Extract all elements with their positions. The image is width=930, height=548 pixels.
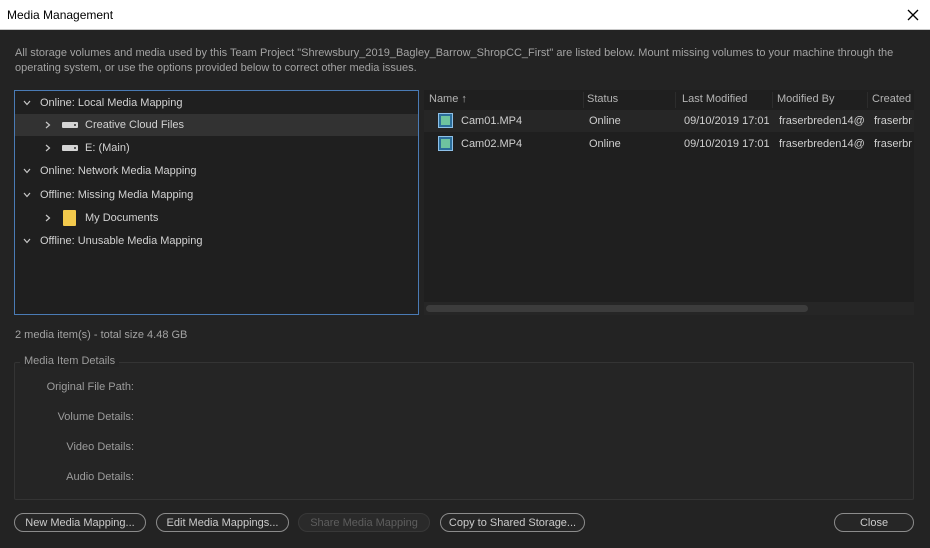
chevron-right-icon[interactable]	[42, 212, 54, 224]
chevron-down-icon[interactable]	[21, 235, 33, 247]
tree-item-label: E: (Main)	[85, 142, 130, 154]
tree-item-label: Offline: Unusable Media Mapping	[40, 235, 203, 247]
column-header-name[interactable]: Name ↑	[429, 93, 467, 105]
cell-name: Cam01.MP4	[461, 115, 523, 127]
original-file-path-label: Original File Path:	[46, 381, 134, 393]
new-media-mapping-button[interactable]: New Media Mapping...	[14, 513, 146, 532]
drive-icon	[62, 122, 78, 128]
window-close-button[interactable]	[902, 4, 924, 26]
column-header-created[interactable]: Created	[872, 93, 911, 105]
tree-item-creative-cloud-files[interactable]: Creative Cloud Files	[15, 114, 418, 136]
media-list[interactable]: Name ↑ Status Last Modified Modified By …	[424, 90, 914, 315]
drive-icon	[62, 145, 78, 151]
tree-item-offline-missing[interactable]: Offline: Missing Media Mapping	[15, 184, 418, 206]
cell-last-modified: 09/10/2019 17:01	[684, 115, 770, 127]
tree-item-label: Online: Network Media Mapping	[40, 165, 197, 177]
scrollbar-thumb[interactable]	[426, 305, 808, 312]
tree-item-label: My Documents	[85, 212, 159, 224]
video-clip-icon	[438, 136, 453, 151]
tree-item-label: Offline: Missing Media Mapping	[40, 189, 194, 201]
tree-item-my-documents[interactable]: My Documents	[15, 207, 418, 229]
column-divider[interactable]	[772, 92, 773, 108]
close-button[interactable]: Close	[834, 513, 914, 532]
volume-tree[interactable]: Online: Local Media Mapping Creative Clo…	[14, 90, 419, 315]
window-title: Media Management	[7, 8, 114, 22]
sort-ascending-icon: ↑	[461, 93, 467, 105]
folder-icon	[63, 210, 76, 226]
share-media-mapping-button: Share Media Mapping	[298, 513, 430, 532]
table-row[interactable]: Cam01.MP4 Online 09/10/2019 17:01 fraser…	[424, 110, 914, 132]
horizontal-scrollbar[interactable]	[424, 302, 914, 315]
cell-name: Cam02.MP4	[461, 138, 523, 150]
cell-modified-by: fraserbreden14@	[779, 138, 865, 150]
audio-details-label: Audio Details:	[66, 471, 134, 483]
cell-status: Online	[589, 138, 621, 150]
edit-media-mappings-button[interactable]: Edit Media Mappings...	[156, 513, 289, 532]
cell-last-modified: 09/10/2019 17:01	[684, 138, 770, 150]
tree-item-label: Creative Cloud Files	[85, 119, 185, 131]
tree-item-offline-unusable[interactable]: Offline: Unusable Media Mapping	[15, 230, 418, 252]
tree-item-online-network[interactable]: Online: Network Media Mapping	[15, 160, 418, 182]
column-divider[interactable]	[583, 92, 584, 108]
tree-item-online-local[interactable]: Online: Local Media Mapping	[15, 92, 418, 114]
table-row[interactable]: Cam02.MP4 Online 09/10/2019 17:01 fraser…	[424, 133, 914, 155]
cell-modified-by: fraserbreden14@	[779, 115, 865, 127]
list-header: Name ↑ Status Last Modified Modified By …	[424, 90, 914, 110]
details-legend: Media Item Details	[20, 355, 120, 367]
volume-details-label: Volume Details:	[57, 411, 134, 423]
column-header-last-modified[interactable]: Last Modified	[682, 93, 747, 105]
media-summary: 2 media item(s) - total size 4.48 GB	[15, 329, 188, 341]
cell-status: Online	[589, 115, 621, 127]
intro-text: All storage volumes and media used by th…	[15, 47, 894, 74]
chevron-right-icon[interactable]	[42, 142, 54, 154]
column-header-modified-by[interactable]: Modified By	[777, 93, 834, 105]
column-divider[interactable]	[867, 92, 868, 108]
column-divider[interactable]	[675, 92, 676, 108]
video-details-label: Video Details:	[66, 441, 134, 453]
video-clip-icon	[438, 113, 453, 128]
cell-created: fraserbr	[874, 138, 912, 150]
close-icon	[907, 9, 919, 21]
chevron-down-icon[interactable]	[21, 165, 33, 177]
tree-item-e-main[interactable]: E: (Main)	[15, 137, 418, 159]
chevron-down-icon[interactable]	[21, 97, 33, 109]
copy-to-shared-storage-button[interactable]: Copy to Shared Storage...	[440, 513, 585, 532]
tree-item-label: Online: Local Media Mapping	[40, 97, 183, 109]
column-header-status[interactable]: Status	[587, 93, 618, 105]
media-item-details: Original File Path: Volume Details: Vide…	[14, 362, 914, 500]
chevron-down-icon[interactable]	[21, 189, 33, 201]
title-bar: Media Management	[0, 0, 930, 30]
chevron-right-icon[interactable]	[42, 119, 54, 131]
cell-created: fraserbr	[874, 115, 912, 127]
